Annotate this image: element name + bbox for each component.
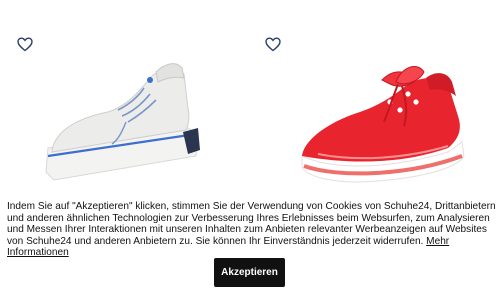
cookie-consent-message: Indem Sie auf "Akzeptieren" klicken, sti… xyxy=(7,201,496,247)
accept-cookies-button[interactable]: Akzeptieren xyxy=(214,258,285,287)
favorite-heart-icon[interactable] xyxy=(17,37,33,52)
product-image-white-sneaker[interactable] xyxy=(38,48,214,190)
product-grid xyxy=(0,0,500,195)
cookie-consent-text: Indem Sie auf "Akzeptieren" klicken, sti… xyxy=(7,201,497,259)
favorite-heart-icon[interactable] xyxy=(265,37,281,52)
product-image-red-sneaker[interactable] xyxy=(298,56,468,190)
cookie-consent-banner: Indem Sie auf "Akzeptieren" klicken, sti… xyxy=(0,195,500,291)
